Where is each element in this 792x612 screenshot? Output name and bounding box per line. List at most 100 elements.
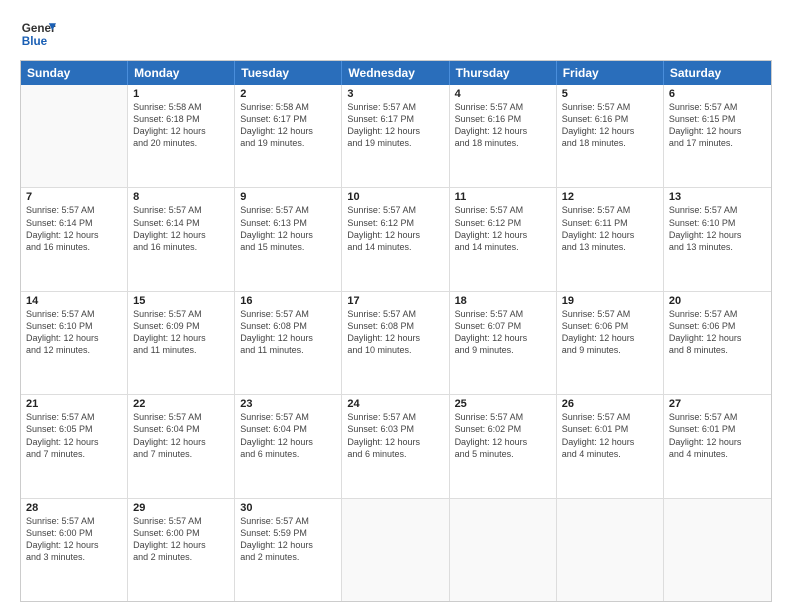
calendar-cell: 12Sunrise: 5:57 AM Sunset: 6:11 PM Dayli… <box>557 188 664 290</box>
calendar-cell: 21Sunrise: 5:57 AM Sunset: 6:05 PM Dayli… <box>21 395 128 497</box>
day-info: Sunrise: 5:57 AM Sunset: 6:13 PM Dayligh… <box>240 204 336 253</box>
day-info: Sunrise: 5:57 AM Sunset: 6:14 PM Dayligh… <box>26 204 122 253</box>
day-info: Sunrise: 5:57 AM Sunset: 6:06 PM Dayligh… <box>562 308 658 357</box>
day-info: Sunrise: 5:57 AM Sunset: 6:16 PM Dayligh… <box>455 101 551 150</box>
day-number: 27 <box>669 398 766 410</box>
calendar-cell <box>450 499 557 601</box>
day-info: Sunrise: 5:57 AM Sunset: 6:10 PM Dayligh… <box>26 308 122 357</box>
calendar-cell: 26Sunrise: 5:57 AM Sunset: 6:01 PM Dayli… <box>557 395 664 497</box>
calendar-cell: 15Sunrise: 5:57 AM Sunset: 6:09 PM Dayli… <box>128 292 235 394</box>
header-day-saturday: Saturday <box>664 61 771 85</box>
calendar: SundayMondayTuesdayWednesdayThursdayFrid… <box>20 60 772 602</box>
calendar-cell: 16Sunrise: 5:57 AM Sunset: 6:08 PM Dayli… <box>235 292 342 394</box>
day-info: Sunrise: 5:58 AM Sunset: 6:17 PM Dayligh… <box>240 101 336 150</box>
calendar-cell: 1Sunrise: 5:58 AM Sunset: 6:18 PM Daylig… <box>128 85 235 187</box>
header-day-friday: Friday <box>557 61 664 85</box>
day-info: Sunrise: 5:57 AM Sunset: 6:11 PM Dayligh… <box>562 204 658 253</box>
header-day-tuesday: Tuesday <box>235 61 342 85</box>
day-number: 29 <box>133 502 229 514</box>
day-number: 3 <box>347 88 443 100</box>
calendar-cell: 8Sunrise: 5:57 AM Sunset: 6:14 PM Daylig… <box>128 188 235 290</box>
day-info: Sunrise: 5:57 AM Sunset: 6:09 PM Dayligh… <box>133 308 229 357</box>
day-number: 30 <box>240 502 336 514</box>
calendar-cell: 27Sunrise: 5:57 AM Sunset: 6:01 PM Dayli… <box>664 395 771 497</box>
calendar-row-2: 14Sunrise: 5:57 AM Sunset: 6:10 PM Dayli… <box>21 292 771 395</box>
logo-icon: General Blue <box>20 16 56 52</box>
header-day-sunday: Sunday <box>21 61 128 85</box>
calendar-cell: 25Sunrise: 5:57 AM Sunset: 6:02 PM Dayli… <box>450 395 557 497</box>
day-info: Sunrise: 5:57 AM Sunset: 6:04 PM Dayligh… <box>240 411 336 460</box>
day-number: 8 <box>133 191 229 203</box>
calendar-cell: 5Sunrise: 5:57 AM Sunset: 6:16 PM Daylig… <box>557 85 664 187</box>
day-info: Sunrise: 5:57 AM Sunset: 6:04 PM Dayligh… <box>133 411 229 460</box>
calendar-cell: 7Sunrise: 5:57 AM Sunset: 6:14 PM Daylig… <box>21 188 128 290</box>
day-info: Sunrise: 5:57 AM Sunset: 6:00 PM Dayligh… <box>26 515 122 564</box>
calendar-cell: 24Sunrise: 5:57 AM Sunset: 6:03 PM Dayli… <box>342 395 449 497</box>
calendar-cell: 13Sunrise: 5:57 AM Sunset: 6:10 PM Dayli… <box>664 188 771 290</box>
header-day-wednesday: Wednesday <box>342 61 449 85</box>
calendar-header: SundayMondayTuesdayWednesdayThursdayFrid… <box>21 61 771 85</box>
calendar-cell: 30Sunrise: 5:57 AM Sunset: 5:59 PM Dayli… <box>235 499 342 601</box>
calendar-cell <box>342 499 449 601</box>
day-number: 15 <box>133 295 229 307</box>
calendar-cell: 2Sunrise: 5:58 AM Sunset: 6:17 PM Daylig… <box>235 85 342 187</box>
day-info: Sunrise: 5:57 AM Sunset: 6:08 PM Dayligh… <box>240 308 336 357</box>
day-number: 20 <box>669 295 766 307</box>
day-info: Sunrise: 5:57 AM Sunset: 6:16 PM Dayligh… <box>562 101 658 150</box>
day-number: 7 <box>26 191 122 203</box>
calendar-row-1: 7Sunrise: 5:57 AM Sunset: 6:14 PM Daylig… <box>21 188 771 291</box>
day-number: 13 <box>669 191 766 203</box>
calendar-cell: 29Sunrise: 5:57 AM Sunset: 6:00 PM Dayli… <box>128 499 235 601</box>
calendar-cell: 11Sunrise: 5:57 AM Sunset: 6:12 PM Dayli… <box>450 188 557 290</box>
day-number: 18 <box>455 295 551 307</box>
calendar-cell: 6Sunrise: 5:57 AM Sunset: 6:15 PM Daylig… <box>664 85 771 187</box>
day-number: 9 <box>240 191 336 203</box>
calendar-row-0: 1Sunrise: 5:58 AM Sunset: 6:18 PM Daylig… <box>21 85 771 188</box>
day-info: Sunrise: 5:58 AM Sunset: 6:18 PM Dayligh… <box>133 101 229 150</box>
header-day-thursday: Thursday <box>450 61 557 85</box>
calendar-cell: 20Sunrise: 5:57 AM Sunset: 6:06 PM Dayli… <box>664 292 771 394</box>
day-number: 5 <box>562 88 658 100</box>
day-info: Sunrise: 5:57 AM Sunset: 6:08 PM Dayligh… <box>347 308 443 357</box>
day-info: Sunrise: 5:57 AM Sunset: 6:07 PM Dayligh… <box>455 308 551 357</box>
day-info: Sunrise: 5:57 AM Sunset: 6:12 PM Dayligh… <box>347 204 443 253</box>
day-number: 21 <box>26 398 122 410</box>
day-number: 25 <box>455 398 551 410</box>
day-info: Sunrise: 5:57 AM Sunset: 5:59 PM Dayligh… <box>240 515 336 564</box>
calendar-cell: 22Sunrise: 5:57 AM Sunset: 6:04 PM Dayli… <box>128 395 235 497</box>
calendar-cell: 3Sunrise: 5:57 AM Sunset: 6:17 PM Daylig… <box>342 85 449 187</box>
header-day-monday: Monday <box>128 61 235 85</box>
day-number: 23 <box>240 398 336 410</box>
calendar-body: 1Sunrise: 5:58 AM Sunset: 6:18 PM Daylig… <box>21 85 771 601</box>
day-number: 16 <box>240 295 336 307</box>
calendar-cell: 9Sunrise: 5:57 AM Sunset: 6:13 PM Daylig… <box>235 188 342 290</box>
day-info: Sunrise: 5:57 AM Sunset: 6:14 PM Dayligh… <box>133 204 229 253</box>
calendar-cell: 23Sunrise: 5:57 AM Sunset: 6:04 PM Dayli… <box>235 395 342 497</box>
logo: General Blue <box>20 16 56 52</box>
calendar-cell: 18Sunrise: 5:57 AM Sunset: 6:07 PM Dayli… <box>450 292 557 394</box>
calendar-cell: 28Sunrise: 5:57 AM Sunset: 6:00 PM Dayli… <box>21 499 128 601</box>
day-number: 6 <box>669 88 766 100</box>
day-number: 17 <box>347 295 443 307</box>
day-info: Sunrise: 5:57 AM Sunset: 6:12 PM Dayligh… <box>455 204 551 253</box>
day-number: 11 <box>455 191 551 203</box>
day-info: Sunrise: 5:57 AM Sunset: 6:05 PM Dayligh… <box>26 411 122 460</box>
calendar-cell <box>557 499 664 601</box>
day-number: 14 <box>26 295 122 307</box>
day-info: Sunrise: 5:57 AM Sunset: 6:06 PM Dayligh… <box>669 308 766 357</box>
day-info: Sunrise: 5:57 AM Sunset: 6:01 PM Dayligh… <box>562 411 658 460</box>
day-number: 2 <box>240 88 336 100</box>
day-number: 19 <box>562 295 658 307</box>
day-info: Sunrise: 5:57 AM Sunset: 6:10 PM Dayligh… <box>669 204 766 253</box>
day-info: Sunrise: 5:57 AM Sunset: 6:03 PM Dayligh… <box>347 411 443 460</box>
header: General Blue <box>20 16 772 52</box>
day-number: 24 <box>347 398 443 410</box>
calendar-row-4: 28Sunrise: 5:57 AM Sunset: 6:00 PM Dayli… <box>21 499 771 601</box>
calendar-cell: 14Sunrise: 5:57 AM Sunset: 6:10 PM Dayli… <box>21 292 128 394</box>
day-info: Sunrise: 5:57 AM Sunset: 6:01 PM Dayligh… <box>669 411 766 460</box>
day-number: 10 <box>347 191 443 203</box>
day-info: Sunrise: 5:57 AM Sunset: 6:00 PM Dayligh… <box>133 515 229 564</box>
calendar-cell: 4Sunrise: 5:57 AM Sunset: 6:16 PM Daylig… <box>450 85 557 187</box>
calendar-cell <box>21 85 128 187</box>
svg-text:Blue: Blue <box>22 35 48 48</box>
